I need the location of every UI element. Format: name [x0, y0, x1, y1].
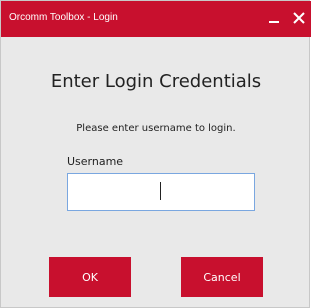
instruction-text: Please enter username to login. [76, 123, 236, 134]
minimize-icon [269, 21, 279, 23]
page-title: Enter Login Credentials [50, 71, 262, 92]
login-window: Orcomm Toolbox - Login Enter Login Crede… [0, 0, 311, 308]
username-label: Username [67, 155, 124, 168]
username-input[interactable] [67, 173, 255, 211]
window-title: Orcomm Toolbox - Login [9, 12, 118, 23]
ok-button[interactable]: OK [49, 257, 131, 297]
text-caret [160, 182, 161, 200]
close-button[interactable] [288, 6, 310, 30]
title-bar: Orcomm Toolbox - Login [1, 1, 311, 37]
close-icon [293, 12, 305, 24]
minimize-button[interactable] [263, 6, 285, 30]
cancel-button[interactable]: Cancel [181, 257, 263, 297]
